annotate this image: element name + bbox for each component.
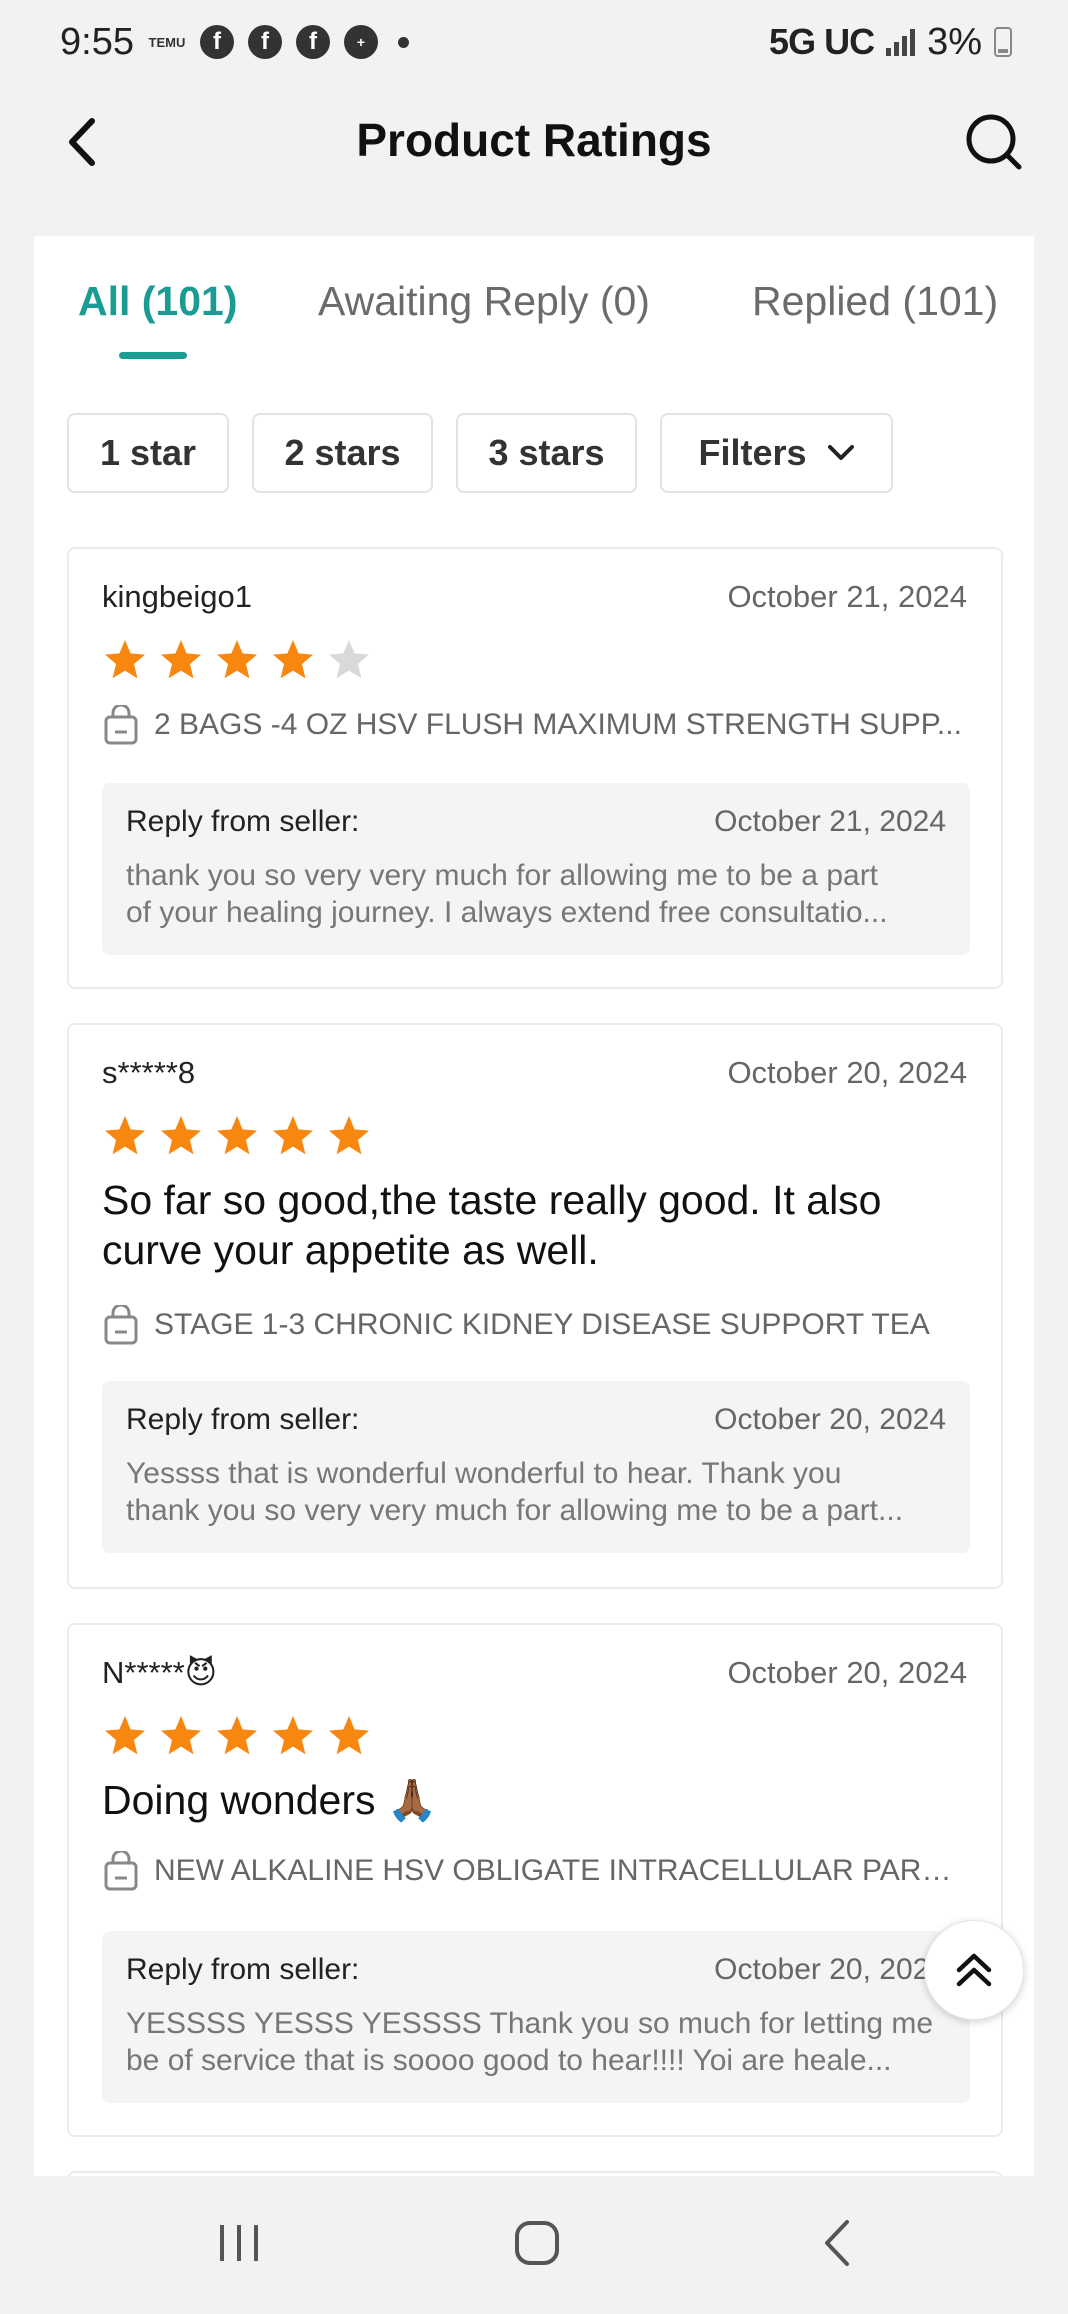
review-date: October 20, 2024: [727, 1655, 967, 1690]
home-icon: [515, 2221, 559, 2265]
star-filled-icon: [217, 1716, 257, 1755]
back-nav-icon: [825, 2220, 849, 2266]
double-chevron-up-icon: [956, 1953, 992, 1987]
chevron-left-icon: [69, 118, 95, 166]
star-filled-icon: [329, 1716, 369, 1755]
facebook-icon: f: [199, 25, 234, 59]
reply-text: Yessss that is wonderful wonderful to he…: [126, 1455, 946, 1529]
reply-text-line: Yessss that is wonderful wonderful to he…: [126, 1457, 842, 1490]
search-icon: [966, 114, 1022, 170]
product-line[interactable]: 2 BAGS -4 OZ HSV FLUSH MAXIMUM STRENGTH …: [102, 705, 971, 745]
recent-apps-icon: [220, 2225, 258, 2261]
review-card: [67, 2171, 1003, 2176]
chip-3-stars[interactable]: 3 stars: [456, 413, 637, 493]
search-button[interactable]: [962, 110, 1026, 174]
signal-icon: [886, 28, 916, 56]
reply-text: thank you so very very much for allowing…: [126, 857, 946, 931]
back-button[interactable]: [56, 114, 106, 170]
scroll-to-top-button[interactable]: [924, 1920, 1024, 2020]
reviewer-name: N*****😈: [102, 1655, 218, 1690]
product-line[interactable]: STAGE 1-3 CHRONIC KIDNEY DISEASE SUPPORT…: [102, 1305, 971, 1345]
review-card: kingbeigo1 October 21, 2024 2 BAGS -4 OZ…: [67, 547, 1003, 989]
tab-replied[interactable]: Replied (101): [752, 278, 998, 325]
shopping-bag-icon: [104, 705, 138, 745]
tab-bar: All (101) Awaiting Reply (0) Replied (10…: [34, 236, 1034, 366]
status-bar: 9:55 TEMU f f f + 5G UC 3%: [0, 0, 1068, 84]
product-line[interactable]: NEW ALKALINE HSV OBLIGATE INTRACELLULAR …: [102, 1851, 971, 1891]
review-card: N*****😈 October 20, 2024 Doing wonders 🙏…: [67, 1623, 1003, 2137]
reply-text-line: be of service that is soooo good to hear…: [126, 2044, 892, 2077]
reply-text-line: of your healing journey. I always extend…: [126, 896, 888, 929]
star-filled-icon: [273, 1716, 313, 1755]
seller-reply[interactable]: Reply from seller: October 21, 2024 than…: [102, 783, 970, 955]
facebook-icon: f: [295, 25, 330, 59]
review-card: s*****8 October 20, 2024 So far so good,…: [67, 1023, 1003, 1589]
star-filled-icon: [105, 1116, 145, 1155]
page-title: Product Ratings: [356, 114, 712, 166]
system-nav-bar: [0, 2180, 1068, 2314]
status-time: 9:55: [60, 20, 134, 63]
battery-label: 3%: [927, 20, 982, 63]
star-filled-icon: [161, 640, 201, 679]
temu-icon: TEMU: [148, 34, 186, 50]
star-rating: [102, 1113, 372, 1159]
facebook-icon: f: [247, 25, 282, 59]
star-filled-icon: [105, 1716, 145, 1755]
star-filled-icon: [217, 1116, 257, 1155]
review-date: October 21, 2024: [727, 579, 967, 614]
star-filled-icon: [217, 640, 257, 679]
reply-text-line: YESSSS YESSS YESSSS Thank you so much fo…: [126, 2007, 934, 2040]
review-text: So far so good,the taste really good. It…: [102, 1177, 882, 1273]
product-name: NEW ALKALINE HSV OBLIGATE INTRACELLULAR …: [154, 1854, 971, 1887]
star-empty-icon: [329, 640, 369, 679]
star-filled-icon: [105, 640, 145, 679]
star-filled-icon: [273, 1116, 313, 1155]
reply-text-line: thank you so very very much for allowing…: [126, 1494, 904, 1527]
reply-label: Reply from seller:: [126, 1953, 360, 1986]
star-filled-icon: [273, 640, 313, 679]
notification-dot-icon: [397, 36, 409, 48]
reviewer-name: s*****8: [102, 1055, 196, 1090]
review-date: October 20, 2024: [727, 1055, 967, 1090]
seller-reply[interactable]: Reply from seller: October 20, 2024 Yess…: [102, 1381, 970, 1553]
reply-date: October 20, 2024: [714, 1403, 946, 1436]
star-filled-icon: [161, 1716, 201, 1755]
shopping-bag-icon: [104, 1305, 138, 1345]
product-name: 2 BAGS -4 OZ HSV FLUSH MAXIMUM STRENGTH …: [154, 708, 962, 741]
chevron-down-icon: [827, 445, 854, 460]
reply-text: YESSSS YESSS YESSSS Thank you so much fo…: [126, 2005, 946, 2079]
status-left: 9:55 TEMU f f f +: [60, 21, 409, 64]
network-label: 5G UC: [769, 21, 875, 62]
app-icon: +: [343, 25, 378, 59]
review-text: Doing wonders 🙏🏾: [102, 1777, 438, 1823]
status-right: 5G UC 3%: [769, 21, 1012, 64]
filters-label: Filters: [698, 432, 807, 473]
header: Product Ratings: [0, 90, 1068, 190]
chip-1-star[interactable]: 1 star: [67, 413, 229, 493]
reply-text-line: thank you so very very much for allowing…: [126, 859, 879, 892]
filters-button[interactable]: Filters: [660, 413, 893, 493]
reply-label: Reply from seller:: [126, 805, 360, 838]
star-rating: [102, 637, 372, 683]
reply-date: October 20, 2024: [714, 1953, 946, 1986]
star-filled-icon: [161, 1116, 201, 1155]
reviewer-name: kingbeigo1: [102, 579, 252, 614]
star-rating: [102, 1713, 372, 1759]
reply-label: Reply from seller:: [126, 1403, 360, 1436]
product-name: STAGE 1-3 CHRONIC KIDNEY DISEASE SUPPORT…: [154, 1308, 930, 1341]
star-filled-icon: [329, 1116, 369, 1155]
battery-icon: [994, 27, 1012, 57]
shopping-bag-icon: [104, 1851, 138, 1891]
tab-all[interactable]: All (101): [78, 278, 238, 325]
back-nav-button[interactable]: [792, 2208, 882, 2278]
seller-reply[interactable]: Reply from seller: October 20, 2024 YESS…: [102, 1931, 970, 2103]
recent-apps-button[interactable]: [194, 2208, 284, 2278]
tab-awaiting-reply[interactable]: Awaiting Reply (0): [318, 278, 650, 325]
reply-date: October 21, 2024: [714, 805, 946, 838]
home-button[interactable]: [492, 2208, 582, 2278]
ratings-panel: All (101) Awaiting Reply (0) Replied (10…: [34, 236, 1034, 2176]
chip-2-stars[interactable]: 2 stars: [252, 413, 433, 493]
active-tab-indicator: [119, 352, 187, 359]
filter-chips: 1 star 2 stars 3 stars Filters: [67, 413, 893, 493]
